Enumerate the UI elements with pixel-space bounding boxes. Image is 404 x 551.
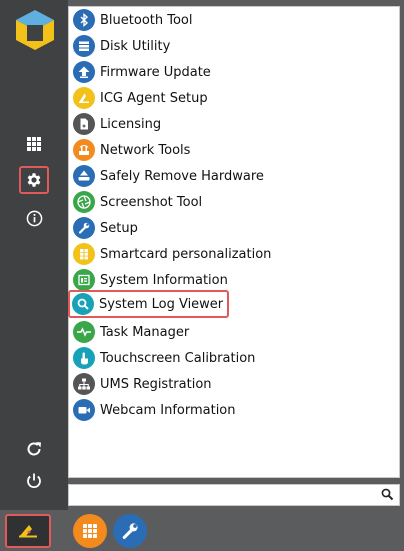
- network-tools-icon: [73, 139, 95, 161]
- menu-item-label: Setup: [100, 220, 138, 236]
- search-bar: [68, 484, 400, 506]
- heartbeat-icon: [73, 321, 95, 343]
- menu-item-webcam-information[interactable]: Webcam Information: [71, 397, 397, 423]
- menu-item-ums-registration[interactable]: UMS Registration: [71, 371, 397, 397]
- wrench-icon: [73, 217, 95, 239]
- menu-item-label: Safely Remove Hardware: [100, 168, 264, 184]
- menu-item-label: System Information: [100, 272, 228, 288]
- system-info-icon: [73, 269, 95, 291]
- menu-item-label: Screenshot Tool: [100, 194, 203, 210]
- menu-item-label: Task Manager: [100, 324, 190, 340]
- refresh-icon[interactable]: [19, 435, 49, 463]
- menu-item-system-log-viewer[interactable]: System Log Viewer: [68, 290, 229, 318]
- search-input[interactable]: [72, 486, 376, 506]
- menu-item-label: Smartcard personalization: [100, 246, 272, 262]
- menu-item-label: Firmware Update: [100, 64, 211, 80]
- menu-item-setup[interactable]: Setup: [71, 215, 397, 241]
- menu-item-bluetooth-tool[interactable]: Bluetooth Tool: [71, 7, 397, 33]
- wrench-icon: [122, 523, 138, 539]
- menu-item-label: Licensing: [100, 116, 162, 132]
- apps-grid-icon[interactable]: [19, 130, 49, 158]
- sidebar: [0, 0, 68, 510]
- cube-logo-icon[interactable]: [13, 8, 57, 52]
- menu-item-licensing[interactable]: Licensing: [71, 111, 397, 137]
- touch-hand-icon: [73, 347, 95, 369]
- menu-item-screenshot-tool[interactable]: Screenshot Tool: [71, 189, 397, 215]
- menu-item-label: System Log Viewer: [99, 296, 224, 312]
- camera-aperture-icon: [73, 191, 95, 213]
- menu-item-label: UMS Registration: [100, 376, 212, 392]
- license-doc-icon: [73, 113, 95, 135]
- menu-item-disk-utility[interactable]: Disk Utility: [71, 33, 397, 59]
- start-menu-button[interactable]: [5, 514, 51, 548]
- icg-agent-icon: [73, 87, 95, 109]
- search-icon[interactable]: [381, 488, 394, 501]
- menu-item-smartcard-personalization[interactable]: Smartcard personalization: [71, 241, 397, 267]
- menu-item-task-manager[interactable]: Task Manager: [71, 319, 397, 345]
- apps-grid-icon: [83, 524, 97, 538]
- menu-item-safely-remove-hardware[interactable]: Safely Remove Hardware: [71, 163, 397, 189]
- bluetooth-icon: [73, 9, 95, 31]
- taskbar-app-launcher-button[interactable]: [73, 514, 107, 548]
- magnifier-icon: [72, 293, 94, 315]
- menu-item-firmware-update[interactable]: Firmware Update: [71, 59, 397, 85]
- power-icon[interactable]: [19, 467, 49, 495]
- smartcard-icon: [73, 243, 95, 265]
- menu-item-icg-agent-setup[interactable]: ICG Agent Setup: [71, 85, 397, 111]
- settings-gear-icon[interactable]: [19, 166, 49, 194]
- menu-item-touchscreen-calibration[interactable]: Touchscreen Calibration: [71, 345, 397, 371]
- disk-icon: [73, 35, 95, 57]
- usb-drive-icon: [73, 165, 95, 187]
- menu-item-label: Webcam Information: [100, 402, 236, 418]
- upload-arrow-icon: [73, 61, 95, 83]
- video-camera-icon: [73, 399, 95, 421]
- menu-item-label: Touchscreen Calibration: [100, 350, 256, 366]
- taskbar-setup-button[interactable]: [113, 514, 147, 548]
- start-menu: Bluetooth Tool Disk Utility Firmware Upd…: [68, 6, 400, 478]
- network-tree-icon: [73, 373, 95, 395]
- menu-item-label: Network Tools: [100, 142, 191, 158]
- menu-item-label: ICG Agent Setup: [100, 90, 208, 106]
- menu-item-label: Disk Utility: [100, 38, 171, 54]
- menu-item-network-tools[interactable]: Network Tools: [71, 137, 397, 163]
- taskbar: [0, 510, 404, 551]
- igel-start-icon: [19, 525, 37, 538]
- info-icon[interactable]: [19, 204, 49, 232]
- menu-item-label: Bluetooth Tool: [100, 12, 193, 28]
